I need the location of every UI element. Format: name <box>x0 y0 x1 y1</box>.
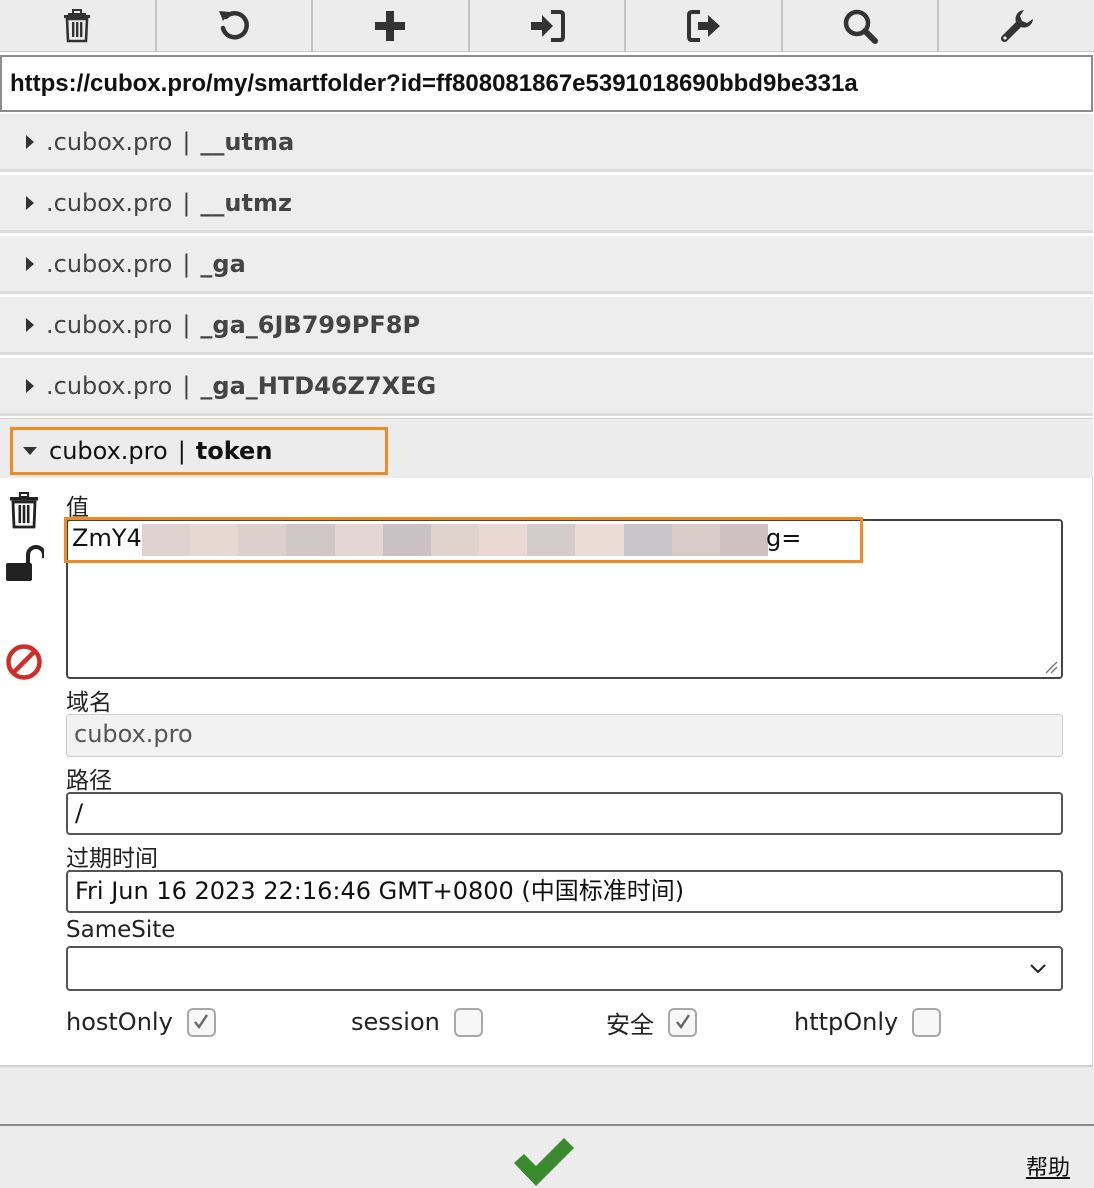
session-label: session <box>351 1008 440 1036</box>
add-cookie-button[interactable] <box>313 0 470 52</box>
cookie-domain: .cubox.pro <box>46 371 173 400</box>
export-button[interactable] <box>626 0 783 52</box>
checkmark-icon <box>675 1014 690 1030</box>
delete-cookie-button[interactable] <box>4 490 44 530</box>
session-checkbox[interactable] <box>453 1007 483 1037</box>
wrench-icon <box>1000 10 1033 43</box>
httponly-checkbox[interactable] <box>912 1007 942 1037</box>
domain-field[interactable]: cubox.pro <box>66 714 1063 757</box>
expiration-label: 过期时间 <box>66 846 158 872</box>
plus-icon <box>375 11 406 41</box>
delete-all-button[interactable] <box>0 0 157 52</box>
cookie-name: _ga <box>200 249 246 278</box>
cookie-detail-panel: 值 ZmY4 g= 域名 cubox.pro 路径 / 过期时间 Fri Jun… <box>0 478 1093 1067</box>
cookie-name: __utmz <box>200 188 292 217</box>
samesite-label: SameSite <box>66 917 176 943</box>
caret-down-icon <box>23 447 37 455</box>
cookie-separator: | <box>182 127 191 156</box>
block-icon <box>6 644 42 680</box>
hostonly-checkbox[interactable] <box>186 1007 216 1037</box>
refresh-button[interactable] <box>157 0 314 52</box>
resize-grip-icon <box>1045 661 1058 674</box>
httponly-label: httpOnly <box>794 1008 899 1036</box>
cookie-separator: | <box>182 310 191 339</box>
hostonly-label: hostOnly <box>66 1008 173 1036</box>
caret-right-icon <box>26 256 34 271</box>
import-button[interactable] <box>470 0 627 52</box>
cookie-domain: .cubox.pro <box>46 188 173 217</box>
toolbar <box>0 0 1094 52</box>
cookie-item[interactable]: .cubox.pro | _ga_6JB799PF8P <box>0 297 1093 355</box>
search-button[interactable] <box>783 0 940 52</box>
cookie-domain: cubox.pro <box>49 437 168 465</box>
cookie-item[interactable]: .cubox.pro | _ga <box>0 236 1093 294</box>
caret-right-icon <box>26 317 34 332</box>
domain-label: 域名 <box>66 690 112 716</box>
refresh-icon <box>218 11 249 40</box>
cookie-domain: .cubox.pro <box>46 249 173 278</box>
search-icon <box>843 9 879 44</box>
divider <box>0 1124 1094 1126</box>
secure-checkbox[interactable] <box>668 1007 697 1037</box>
protect-cookie-button[interactable] <box>4 544 46 584</box>
export-icon <box>686 10 720 42</box>
highlight-box <box>64 517 863 563</box>
cookie-item[interactable]: .cubox.pro | __utma <box>0 114 1093 172</box>
cookie-domain: .cubox.pro <box>46 127 173 156</box>
cookie-item-expanded[interactable]: cubox.pro | token <box>0 418 1093 478</box>
cookie-name: token <box>195 437 273 465</box>
checkmark-icon <box>514 1138 574 1186</box>
checkmark-icon <box>194 1014 209 1030</box>
cookie-name: _ga_6JB799PF8P <box>200 310 421 339</box>
secure-option: 安全 <box>606 1002 697 1042</box>
chevron-down-icon <box>1030 964 1046 974</box>
cookie-flags: hostOnly session 安全 httpOnly <box>66 1002 1066 1042</box>
path-label: 路径 <box>66 768 112 794</box>
cookie-name: __utma <box>200 127 295 156</box>
trash-icon <box>64 9 91 43</box>
trash-icon <box>10 492 38 529</box>
cookie-item[interactable]: .cubox.pro | __utmz <box>0 175 1093 233</box>
unlocked-icon <box>6 545 46 581</box>
samesite-select[interactable] <box>66 946 1063 991</box>
path-field[interactable]: / <box>66 792 1063 835</box>
help-link[interactable]: 帮助 <box>1026 1150 1070 1182</box>
caret-right-icon <box>26 195 34 210</box>
block-cookie-button[interactable] <box>4 642 44 682</box>
cookie-item[interactable]: .cubox.pro | _ga_HTD46Z7XEG <box>0 358 1093 416</box>
url-field[interactable]: https://cubox.pro/my/smartfolder?id=ff80… <box>0 55 1093 112</box>
hostonly-option: hostOnly <box>66 1002 216 1042</box>
highlight-box: cubox.pro | token <box>10 427 388 475</box>
cookie-separator: | <box>182 371 191 400</box>
save-button[interactable] <box>510 1137 578 1187</box>
cookie-separator: | <box>182 188 191 217</box>
footer: 帮助 <box>0 1067 1094 1188</box>
httponly-option: httpOnly <box>794 1002 942 1042</box>
import-icon <box>531 10 566 42</box>
session-option: session <box>351 1002 483 1042</box>
cookie-name: _ga_HTD46Z7XEG <box>200 371 437 400</box>
secure-label: 安全 <box>606 1010 654 1039</box>
cookie-domain: .cubox.pro <box>46 310 173 339</box>
caret-right-icon <box>26 378 34 393</box>
cookie-separator: | <box>182 249 191 278</box>
expiration-field[interactable]: Fri Jun 16 2023 22:16:46 GMT+0800 (中国标准时… <box>66 870 1063 913</box>
caret-right-icon <box>26 134 34 149</box>
cookie-separator: | <box>177 437 186 465</box>
options-button[interactable] <box>939 0 1094 52</box>
